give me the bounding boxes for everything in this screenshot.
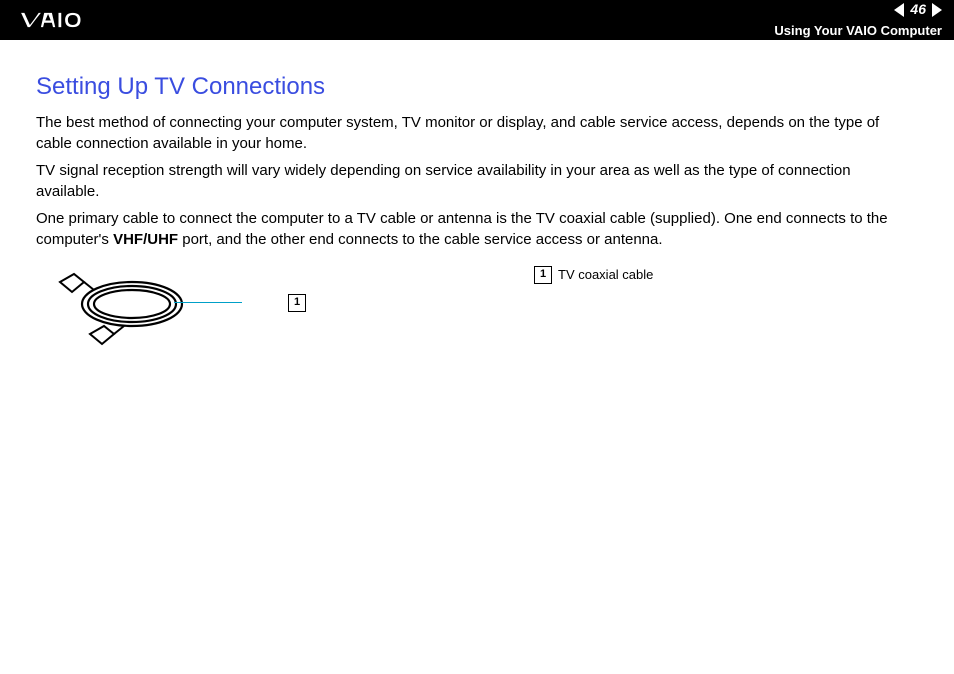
page-content: Setting Up TV Connections The best metho… — [0, 40, 954, 384]
page-title: Setting Up TV Connections — [36, 70, 918, 104]
callout-line — [174, 302, 242, 303]
next-page-icon[interactable] — [932, 3, 942, 17]
section-label: Using Your VAIO Computer — [774, 22, 942, 40]
para3-part-c: port, and the other end connects to the … — [178, 231, 662, 248]
paragraph-2: TV signal reception strength will vary w… — [36, 160, 918, 202]
paragraph-3: One primary cable to connect the compute… — [36, 208, 918, 250]
prev-page-icon[interactable] — [894, 3, 904, 17]
diagram-row: 1 1 TV coaxial cable — [36, 268, 918, 354]
callout-number-box: 1 — [288, 294, 306, 312]
coax-cable-icon — [54, 268, 224, 348]
vhf-uhf-label: VHF/UHF — [113, 231, 178, 248]
page-header: 46 Using Your VAIO Computer — [0, 0, 954, 40]
page-number: 46 — [910, 0, 926, 20]
diagram-legend: 1 TV coaxial cable — [534, 266, 653, 284]
paragraph-1: The best method of connecting your compu… — [36, 112, 918, 154]
vaio-logo — [20, 0, 108, 40]
page-nav: 46 — [894, 0, 942, 20]
legend-number-box: 1 — [534, 266, 552, 284]
legend-label: TV coaxial cable — [558, 266, 653, 284]
coax-cable-illustration: 1 — [54, 268, 274, 354]
